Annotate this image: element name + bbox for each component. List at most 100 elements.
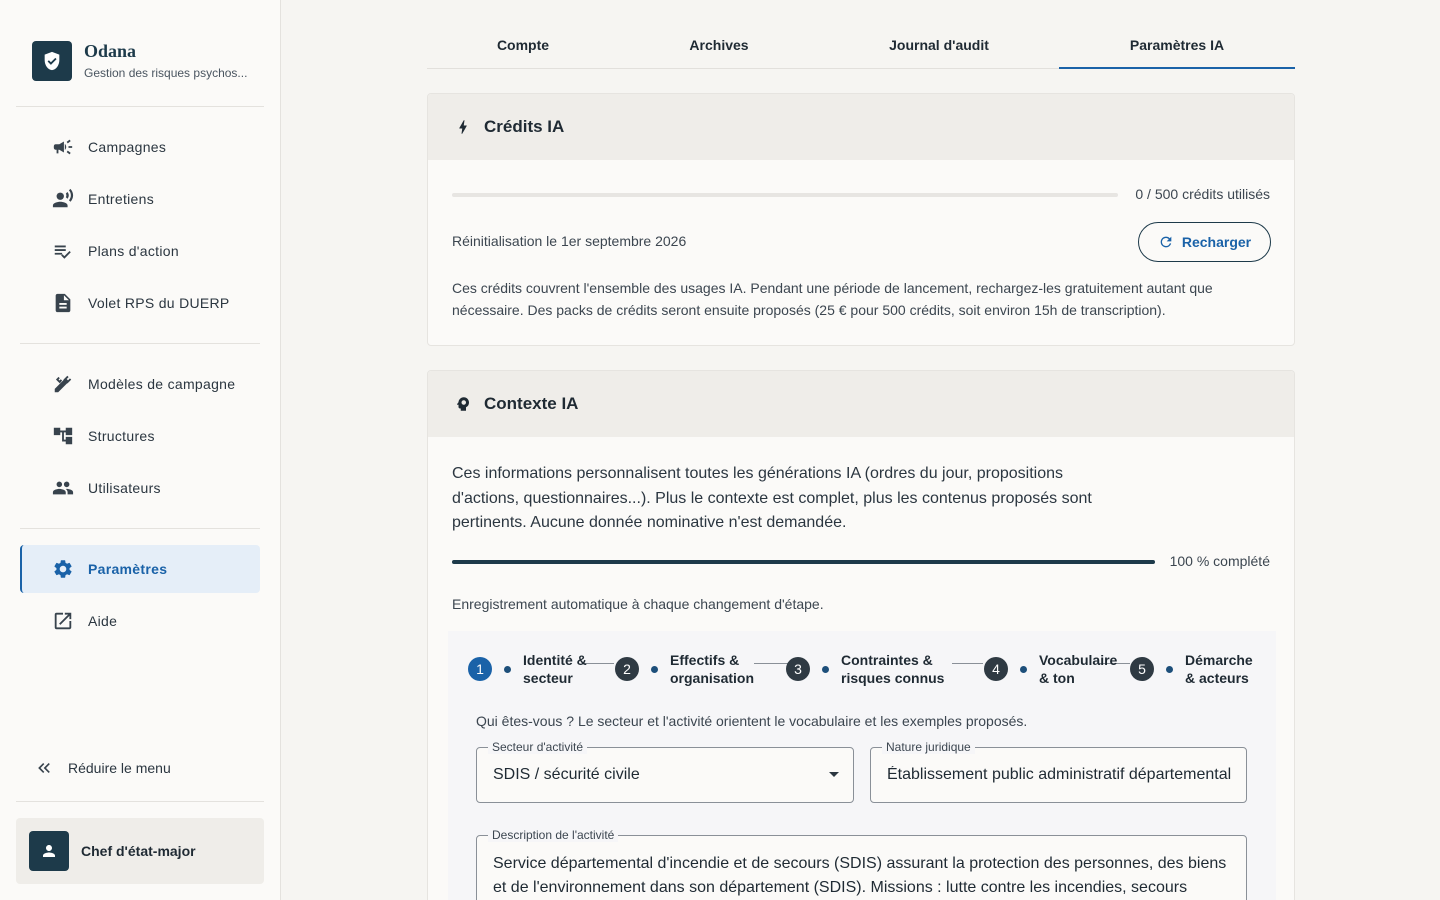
- sector-label: Secteur d'activité: [488, 740, 588, 754]
- sector-value: SDIS / sécurité civile: [493, 766, 640, 783]
- credits-description: Ces crédits couvrent l'ensemble des usag…: [452, 280, 1213, 318]
- credits-title: Crédits IA: [484, 117, 565, 136]
- activity-description-field[interactable]: Description de l'activité Service départ…: [476, 828, 1247, 900]
- context-wizard: 1 Identité & secteur 2 Effectifs & organis…: [448, 631, 1276, 900]
- gear-icon: [54, 560, 72, 578]
- shield-check-icon: [32, 41, 72, 81]
- sector-select[interactable]: Secteur d'activité SDIS / sécurité civil…: [476, 740, 854, 803]
- people-icon: [52, 481, 74, 495]
- record-voice-icon: [52, 188, 74, 208]
- nav-item-modeles[interactable]: Modèles de campagne: [20, 360, 260, 408]
- nav-item-volet-rps[interactable]: Volet RPS du DUERP: [20, 279, 260, 327]
- nav-item-structures[interactable]: Structures: [20, 412, 260, 460]
- step-vocabulaire[interactable]: 4 Vocabulaire & ton: [984, 651, 1117, 687]
- context-progress-bar: [452, 560, 1155, 564]
- tab-parametres-ia[interactable]: Paramètres IA: [1059, 22, 1295, 69]
- nav-label: Entretiens: [88, 191, 155, 207]
- step-label: Effectifs & organisation: [670, 652, 755, 686]
- step-effectifs[interactable]: 2 Effectifs & organisation: [615, 651, 754, 687]
- nav-label: Volet RPS du DUERP: [88, 295, 230, 311]
- step-number: 1: [468, 657, 492, 681]
- account-tree-icon: [53, 427, 73, 445]
- step-number: 3: [786, 657, 810, 681]
- divider: [16, 106, 264, 107]
- context-progress-fill: [452, 560, 1155, 564]
- nav-label: Paramètres: [88, 561, 168, 577]
- nav-label: Modèles de campagne: [88, 376, 236, 392]
- divider: [20, 343, 260, 344]
- brand-name: Odana: [84, 41, 137, 61]
- step-dot: [1020, 665, 1027, 673]
- tab-compte[interactable]: Compte: [427, 22, 619, 68]
- step-dot: [822, 665, 829, 673]
- psychology-icon: [456, 397, 469, 411]
- double-chevron-left-icon: [38, 763, 50, 773]
- collapse-label: Réduire le menu: [68, 760, 171, 776]
- step-connector: [952, 663, 983, 664]
- divider: [20, 528, 260, 529]
- person-icon: [29, 831, 69, 871]
- credits-usage: 0 / 500 crédits utilisés: [1135, 186, 1270, 202]
- context-card-header: Contexte IA: [428, 371, 1294, 437]
- megaphone-icon: [53, 139, 73, 155]
- nav-label: Utilisateurs: [88, 480, 161, 496]
- step-contraintes[interactable]: 3 Contraintes & risques connus: [786, 651, 944, 687]
- bolt-icon: [459, 120, 467, 134]
- checklist-icon: [54, 245, 71, 259]
- step-connector: [584, 663, 614, 664]
- credits-progress-bar: [452, 193, 1118, 197]
- step-hint: Qui êtes-vous ? Le secteur et l'activité…: [476, 713, 1028, 729]
- context-intro: Ces informations personnalisent toutes l…: [452, 465, 1092, 531]
- reload-label: Recharger: [1181, 234, 1252, 250]
- context-card: Contexte IA Ces informations personnalis…: [427, 370, 1295, 900]
- credits-card-header: Crédits IA: [428, 94, 1294, 160]
- autosave-notice: Enregistrement automatique à chaque chan…: [452, 596, 824, 612]
- tab-journal-audit[interactable]: Journal d'audit: [819, 22, 1059, 68]
- user-menu[interactable]: Chef d'état-major: [16, 818, 264, 884]
- nav-label: Aide: [88, 613, 118, 629]
- sidebar: Odana Gestion des risques psychos... Cam…: [0, 0, 281, 900]
- activity-description-label: Description de l'activité: [488, 828, 619, 842]
- context-title: Contexte IA: [484, 394, 579, 413]
- step-label: Identité & secteur: [523, 652, 587, 686]
- caret-down-icon: [829, 772, 839, 777]
- step-number: 2: [615, 657, 639, 681]
- nav-label: Plans d'action: [88, 243, 179, 259]
- step-identite[interactable]: 1 Identité & secteur: [468, 651, 587, 687]
- nav-item-aide[interactable]: Aide: [20, 597, 260, 645]
- nav-item-campagnes[interactable]: Campagnes: [20, 123, 260, 171]
- step-number: 5: [1130, 657, 1154, 681]
- tab-archives[interactable]: Archives: [619, 22, 819, 68]
- document-icon: [55, 293, 71, 313]
- brand-subtitle: Gestion des risques psychos...: [84, 66, 248, 80]
- brand[interactable]: Odana Gestion des risques psychos...: [32, 41, 254, 81]
- legal-nature-value: Établissement public administratif dépar…: [887, 766, 1232, 783]
- step-dot: [1166, 665, 1173, 673]
- step-dot: [651, 665, 658, 673]
- context-completion: 100 % complété: [1169, 553, 1270, 569]
- step-label: Contraintes & risques connus: [841, 652, 945, 686]
- step-demarche[interactable]: 5 Démarche & acteurs: [1130, 651, 1253, 687]
- step-dot: [504, 665, 511, 673]
- step-label: Démarche & acteurs: [1185, 652, 1253, 686]
- legal-nature-label: Nature juridique: [882, 740, 975, 754]
- divider: [16, 801, 264, 802]
- user-name: Chef d'état-major: [81, 843, 196, 859]
- activity-description-value: Service départemental d'incendie et de s…: [493, 855, 1227, 896]
- nav-label: Campagnes: [88, 139, 167, 155]
- credits-card: Crédits IA 0 / 500 crédits utilisés Réin…: [427, 93, 1295, 346]
- open-in-new-icon: [54, 612, 72, 630]
- credits-reset-date: Réinitialisation le 1er septembre 2026: [452, 233, 687, 249]
- legal-nature-field[interactable]: Nature juridique Établissement public ad…: [870, 740, 1247, 803]
- settings-tabs: Compte Archives Journal d'audit Paramètr…: [427, 22, 1295, 69]
- collapse-menu-button[interactable]: Réduire le menu: [34, 758, 171, 778]
- nav-item-plans-action[interactable]: Plans d'action: [20, 227, 260, 275]
- reload-credits-button[interactable]: Recharger: [1138, 222, 1271, 262]
- nav-item-entretiens[interactable]: Entretiens: [20, 175, 260, 223]
- step-connector: [754, 663, 788, 664]
- design-tools-icon: [54, 375, 72, 393]
- nav-item-parametres[interactable]: Paramètres: [20, 545, 260, 593]
- nav-label: Structures: [88, 428, 155, 444]
- step-number: 4: [984, 657, 1008, 681]
- nav-item-utilisateurs[interactable]: Utilisateurs: [20, 464, 260, 512]
